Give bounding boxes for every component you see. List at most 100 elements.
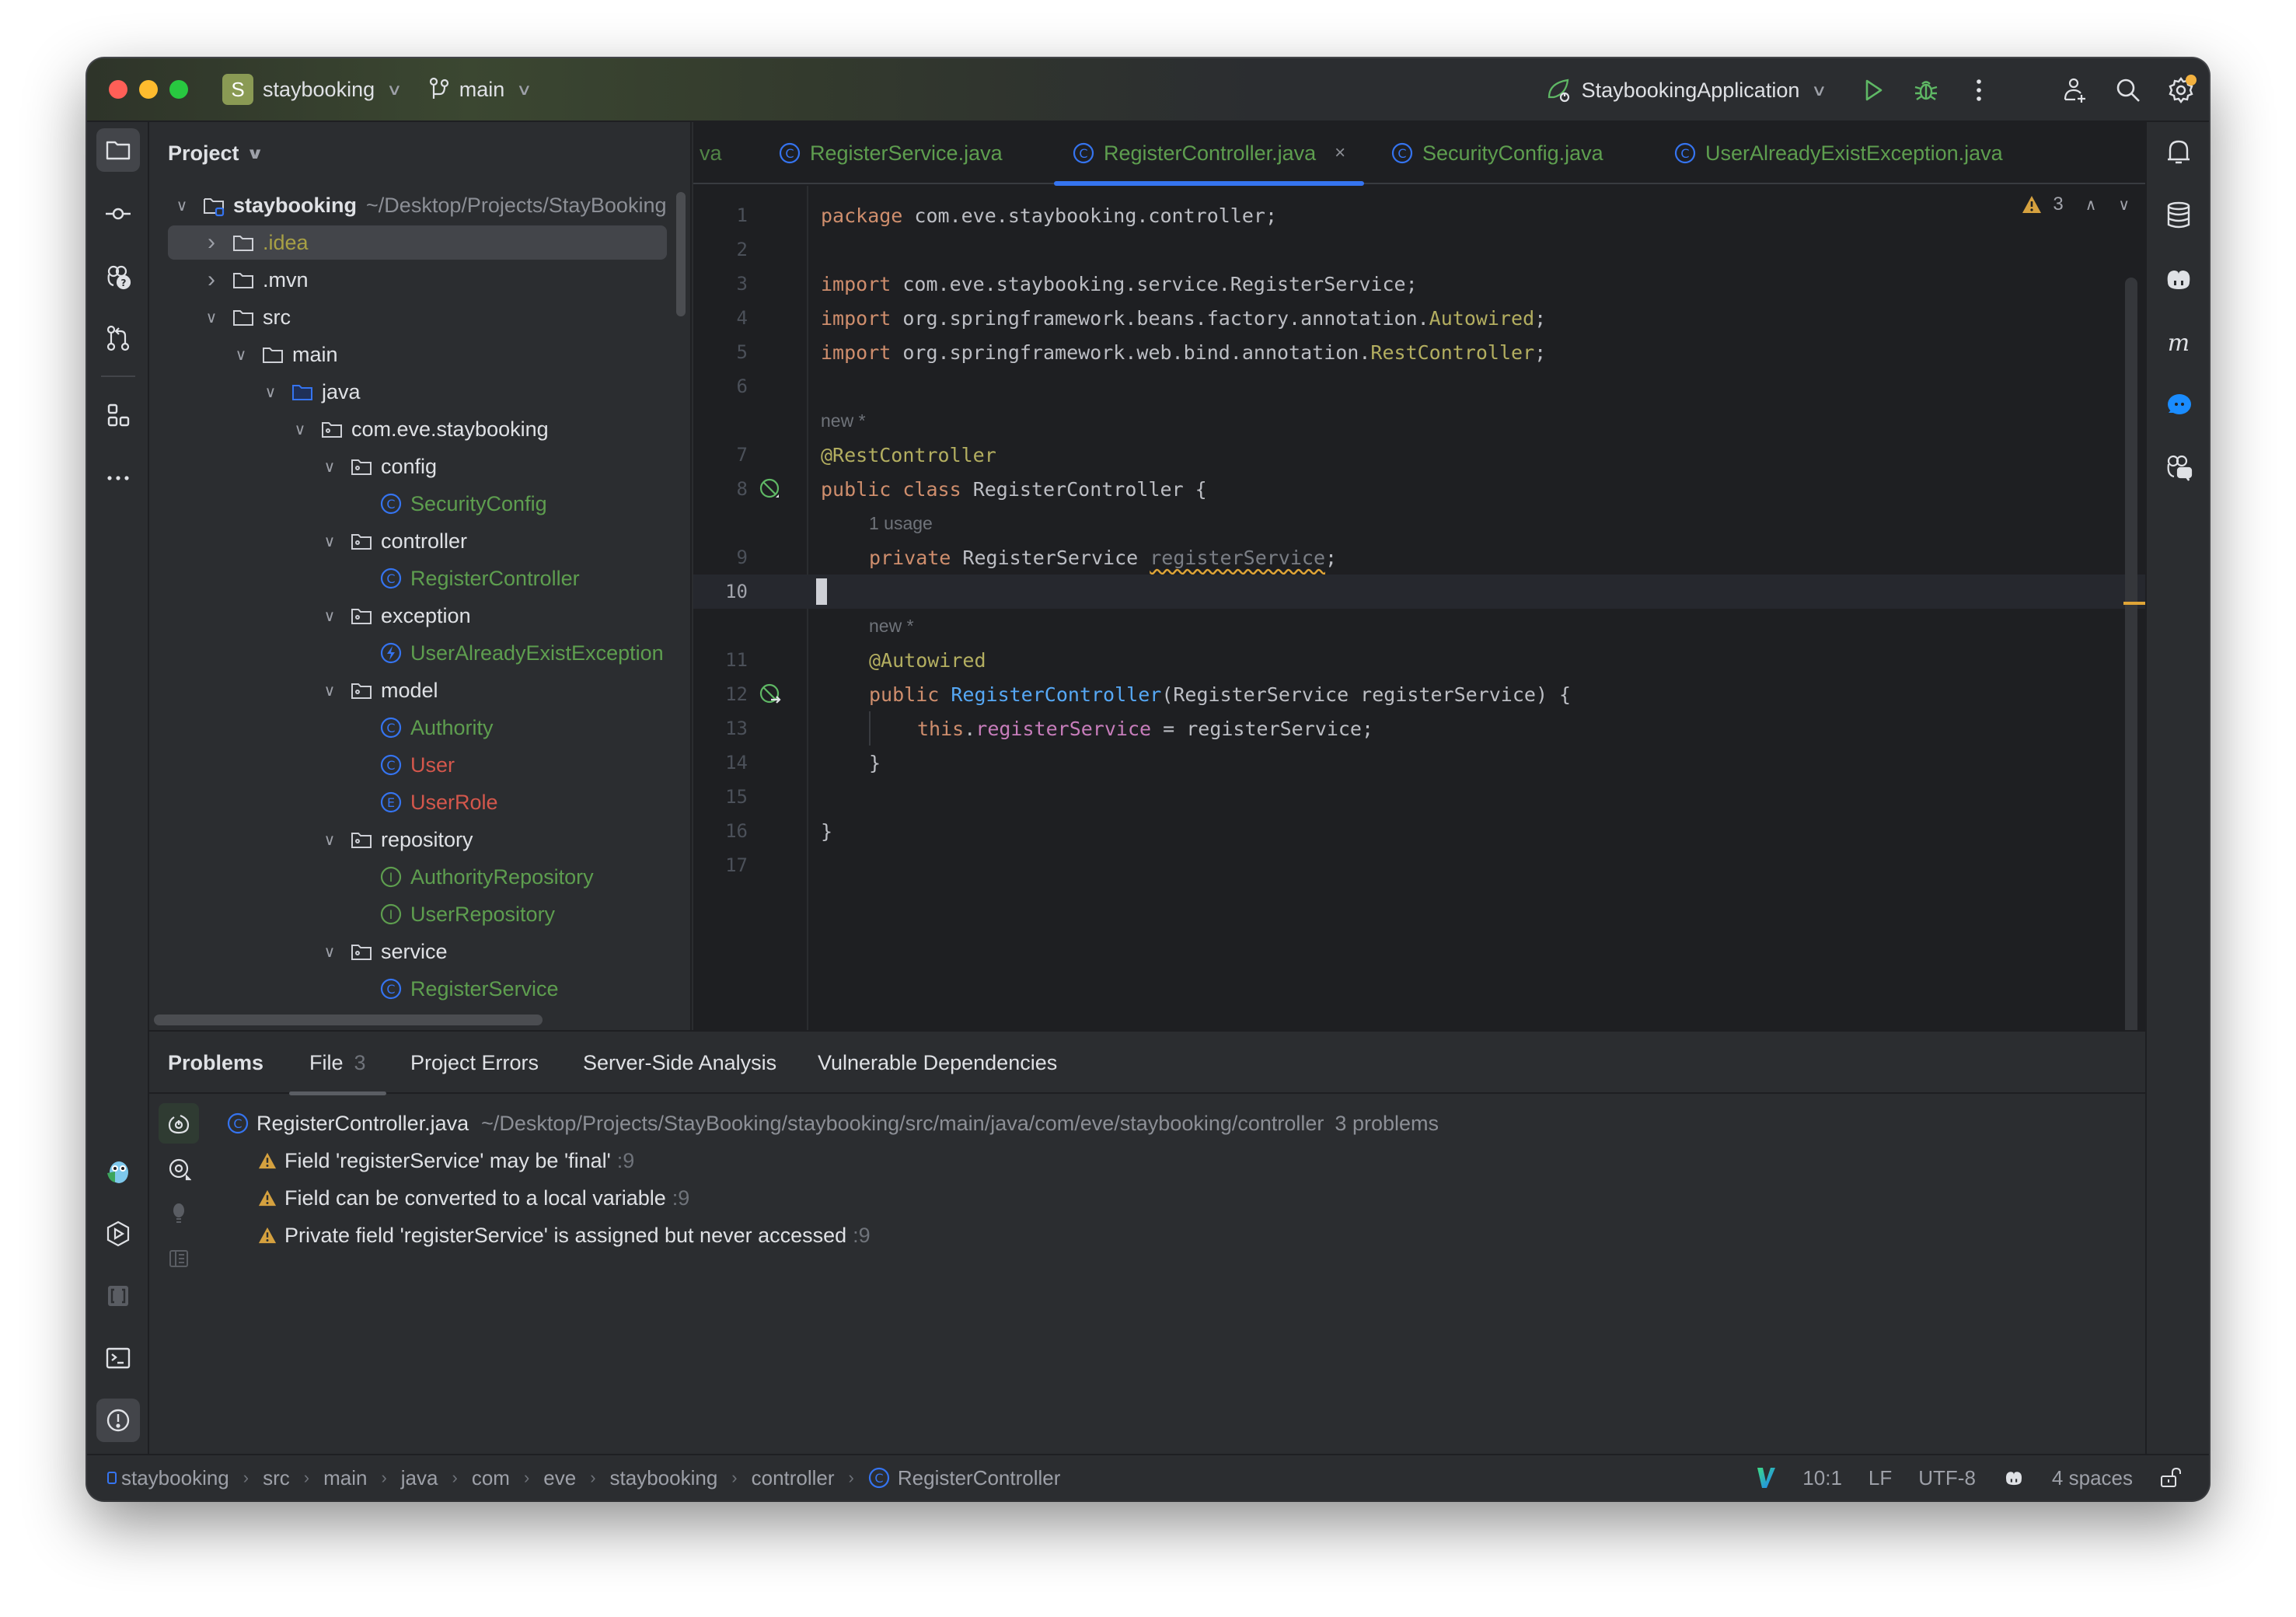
tree-item[interactable]: ∨ service [149,933,678,970]
cursor-position[interactable]: 10:1 [1802,1466,1842,1490]
project-horizontal-scrollbar[interactable] [154,1015,543,1025]
add-user-button[interactable] [2058,73,2092,107]
expand-chevron-icon[interactable]: ∨ [291,420,309,439]
breadcrumb-item[interactable]: src [263,1466,290,1490]
ai-chat-tool-button[interactable] [2160,386,2197,424]
editor-tab-partial[interactable]: va [700,122,722,184]
run-button[interactable] [1856,73,1890,107]
tree-item[interactable]: ∨ main [149,336,678,373]
tree-item[interactable]: E UserRole [149,784,678,821]
services-tool-button[interactable] [96,1212,140,1256]
warning-stripe-marker[interactable] [2123,602,2145,605]
tree-item[interactable]: C Authority [149,709,678,746]
problem-item[interactable]: Private field 'registerService' is assig… [258,1217,871,1254]
expand-chevron-icon[interactable]: ∨ [320,606,339,626]
editor-tab[interactable]: C UserAlreadyExistException.java [1674,122,2003,184]
editor-tab[interactable]: C RegisterService.java [779,122,1003,184]
collapse-chevron-icon[interactable]: › [202,229,221,256]
inspection-widget[interactable]: 3 ∧ ∨ [2022,194,2130,215]
tree-item[interactable]: ∨ controller [149,522,678,560]
tree-item[interactable]: ∨ src [149,299,678,336]
tree-item[interactable]: C RegisterController [149,560,678,597]
editor-tab-active[interactable]: C RegisterController.java × [1053,122,1365,186]
maximize-window-button[interactable] [169,80,188,99]
run-configuration-selector[interactable]: StaybookingApplication ∨ [1546,77,1827,103]
problem-item[interactable]: Field can be converted to a local variab… [258,1179,689,1217]
spring-bean-gutter-icon[interactable] [759,477,782,501]
line-ending[interactable]: LF [1869,1466,1892,1490]
author-hint[interactable]: new * [821,410,866,431]
copilot-chat-tool-button[interactable] [2160,449,2197,486]
tree-item[interactable]: › .mvn [149,261,678,299]
pull-requests-tool-button[interactable] [96,316,140,360]
tree-item[interactable]: I AuthorityRepository [149,858,678,896]
close-tab-icon[interactable]: × [1335,142,1345,164]
minimize-window-button[interactable] [139,80,158,99]
tree-item[interactable]: C RegisterService [149,970,678,1008]
usages-hint[interactable]: 1 usage [869,513,933,534]
unused-field-warning[interactable]: registerService [1150,547,1325,569]
settings-button[interactable] [2164,73,2198,107]
collapse-chevron-icon[interactable]: › [202,267,221,293]
expand-chevron-icon[interactable]: ∨ [173,196,191,215]
more-actions-button[interactable] [1962,73,1996,107]
notifications-button[interactable] [2160,133,2197,170]
project-tool-button[interactable] [96,128,140,172]
dependencies-tool-button[interactable] [96,1274,140,1318]
problems-tab-server-side-analysis[interactable]: Server-Side Analysis [583,1032,776,1094]
project-switcher[interactable]: S staybooking ∨ [222,74,403,105]
problems-tab-project-errors[interactable]: Project Errors [410,1032,539,1094]
expand-chevron-icon[interactable]: ∨ [320,457,339,477]
code-with-me-tool-button[interactable] [96,1150,140,1193]
copilot-status-icon[interactable] [2002,1467,2026,1489]
tree-item[interactable]: ∨ java [149,373,678,410]
debug-button[interactable] [1909,73,1943,107]
quick-fix-button[interactable] [159,1193,199,1234]
tree-item[interactable]: ∨ exception [149,597,678,634]
author-hint[interactable]: new * [869,616,914,637]
indent-setting[interactable]: 4 spaces [2052,1466,2133,1490]
breadcrumb-item[interactable]: eve [543,1466,576,1490]
previous-problem-button[interactable]: ∧ [2085,195,2097,215]
editor-tab[interactable]: C SecurityConfig.java [1391,122,1603,184]
breadcrumb-item[interactable]: staybooking [610,1466,718,1490]
file-encoding[interactable]: UTF-8 [1918,1466,1976,1490]
expand-chevron-icon[interactable]: ∨ [320,532,339,551]
editor-vertical-scrollbar[interactable] [2125,278,2137,1117]
tree-item[interactable]: C User [149,746,678,784]
maven-tool-button[interactable]: m [2160,324,2197,361]
commit-tool-button[interactable] [96,192,140,236]
tree-item[interactable]: ∨ com.eve.staybooking [149,410,678,448]
next-problem-button[interactable]: ∨ [2118,195,2130,215]
breadcrumb-item[interactable]: java [401,1466,438,1490]
breadcrumb-item[interactable]: main [323,1466,367,1490]
tree-item[interactable]: › .idea [149,224,678,261]
expand-chevron-icon[interactable]: ∨ [320,942,339,962]
tree-item[interactable]: UserAlreadyExistException [149,634,678,672]
unlock-icon[interactable] [2159,1466,2183,1490]
problems-tab-vulnerable-dependencies[interactable]: Vulnerable Dependencies [818,1032,1057,1094]
more-tool-windows-button[interactable] [96,456,140,500]
tree-item[interactable]: ∨ staybooking ~/Desktop/Projects/StayBooki… [149,187,678,224]
problems-tool-button[interactable] [96,1399,140,1442]
project-panel-header[interactable]: Project ∨ [168,122,263,184]
expand-chevron-icon[interactable]: ∨ [320,681,339,700]
breadcrumb-item[interactable]: com [472,1466,510,1490]
breadcrumb-item[interactable]: controller [752,1466,835,1490]
tree-item[interactable]: ∨ model [149,672,678,709]
problems-tab-file[interactable]: File 3 [289,1032,386,1095]
preview-toggle[interactable] [159,1238,199,1279]
search-everywhere-button[interactable] [2111,73,2145,107]
close-window-button[interactable] [109,80,127,99]
terminal-tool-button[interactable] [96,1336,140,1380]
copilot-help-tool-button[interactable]: ? [96,254,140,298]
show-options-button[interactable] [159,1148,199,1189]
branch-switcher[interactable]: main ∨ [428,77,532,102]
breadcrumb-item[interactable]: RegisterController [898,1466,1061,1490]
tree-item[interactable]: I UserRepository [149,896,678,933]
tree-item[interactable]: ∨ repository [149,821,678,858]
problem-file-row[interactable]: C RegisterController.java ~/Desktop/Proj… [227,1105,1439,1142]
expand-chevron-icon[interactable]: ∨ [261,382,280,402]
code-area[interactable]: 1 package com.eve.staybooking.controller… [693,186,2145,1030]
breadcrumb-item[interactable]: staybooking [121,1466,229,1490]
